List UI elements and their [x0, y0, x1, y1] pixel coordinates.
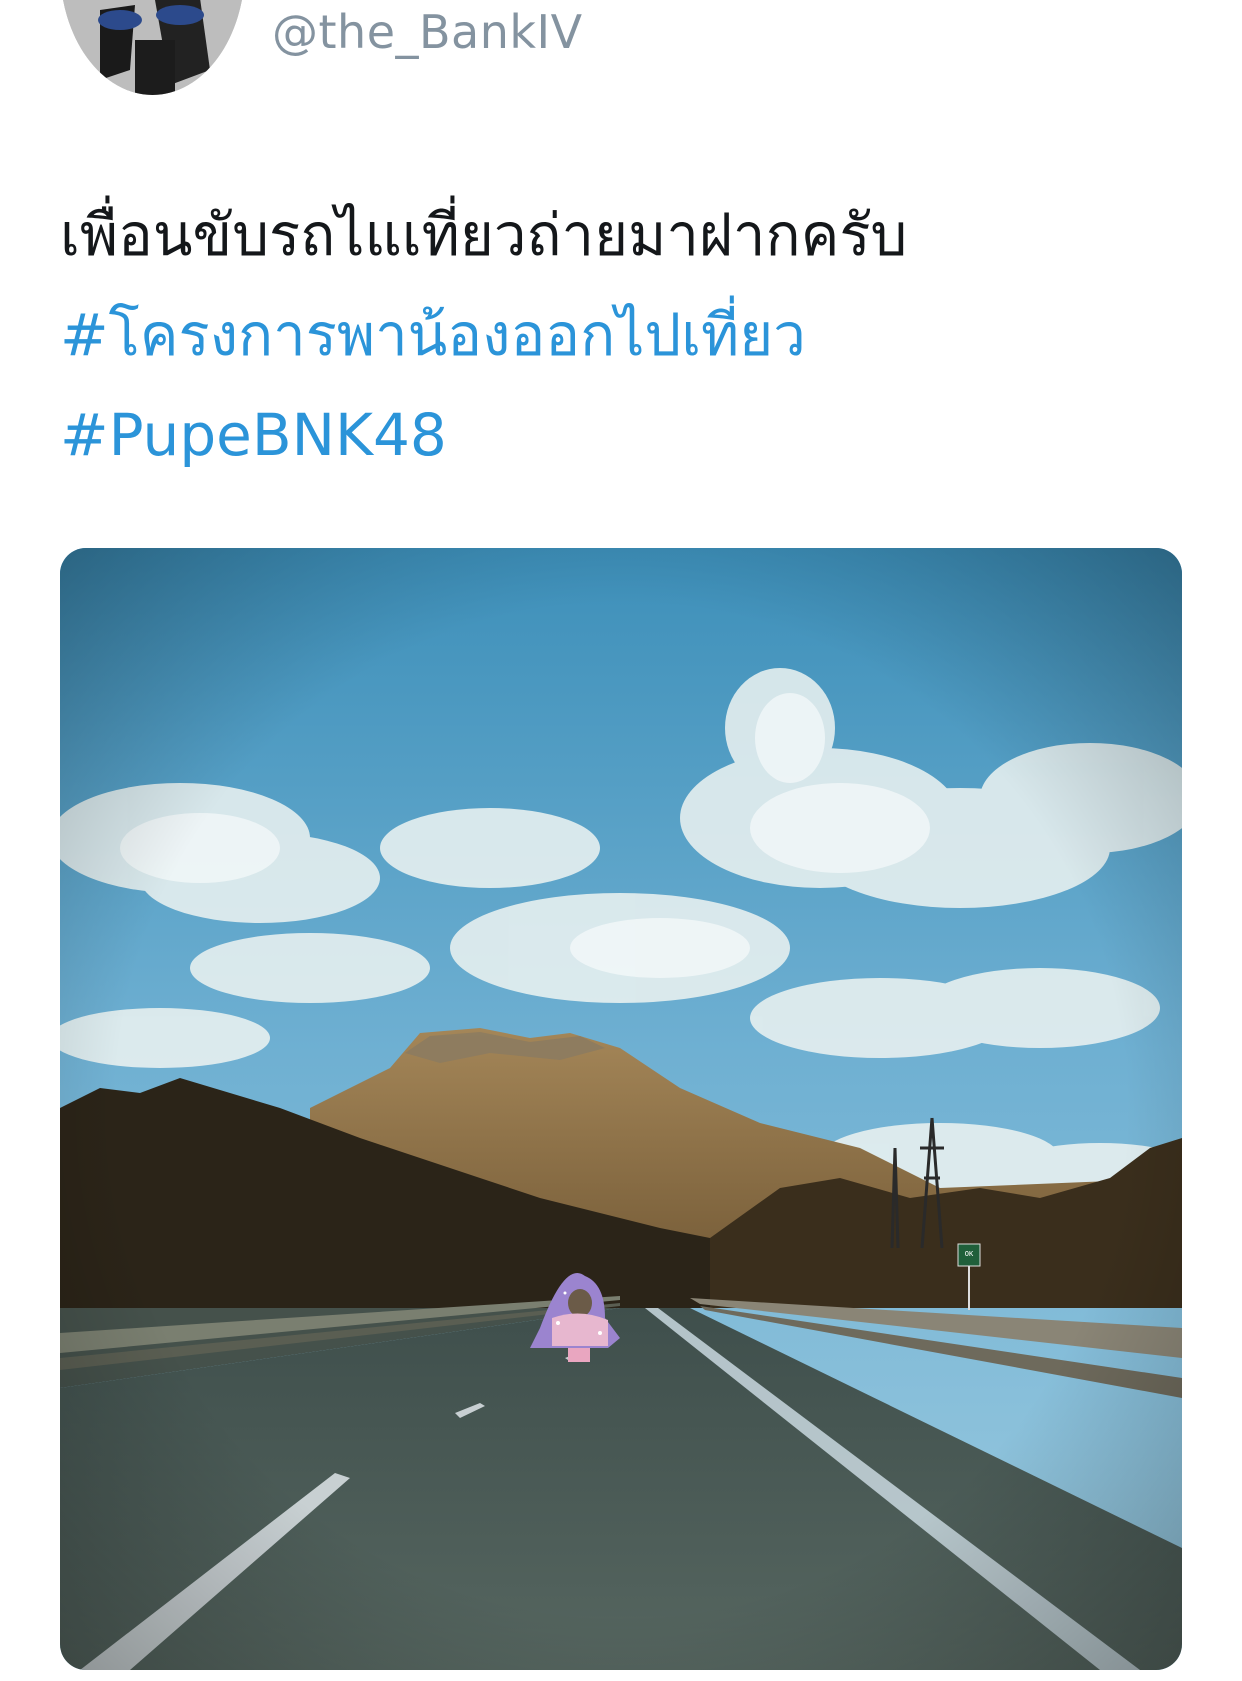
hashtag-link[interactable]: #PupeBNK48: [60, 385, 1190, 485]
avatar[interactable]: [60, 0, 245, 95]
tweet-detail: @the_BankIV เพื่อนขับรถไแเที่ยวถ่ายมาฝาก…: [0, 0, 1242, 1681]
tweet-text-line: เพื่อนขับรถไแเที่ยวถ่ายมาฝากครับ: [60, 201, 908, 269]
avatar-image: [60, 0, 245, 95]
road-landscape-image: OK: [60, 548, 1182, 1670]
tweet-photo[interactable]: OK: [60, 548, 1182, 1670]
user-handle[interactable]: @the_BankIV: [272, 2, 583, 62]
hashtag-link[interactable]: #โครงการพาน้องออกไปเที่ยว: [60, 285, 1190, 385]
tweet-text: เพื่อนขับรถไแเที่ยวถ่ายมาฝากครับ #โครงกา…: [60, 185, 1190, 485]
